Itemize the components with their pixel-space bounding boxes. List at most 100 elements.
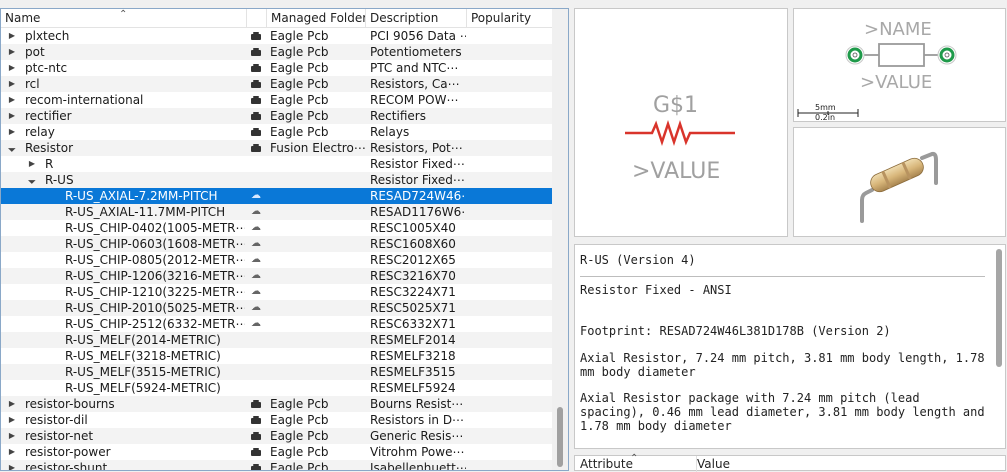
tree-row[interactable]: ▶ ptc-ntc Eagle Pcb PTC and NTC⋯ (1, 60, 552, 76)
tree-row[interactable]: ▶ resistor-bourns Eagle Pcb Bourns Resist⋯ (1, 396, 552, 412)
cloud-icon: ☁ (251, 222, 261, 233)
tree-row-name: resistor-net (25, 429, 94, 443)
collapsed-arrow-icon[interactable]: ▶ (7, 428, 17, 444)
tree-row[interactable]: R-US_MELF(3515-METRIC) RESMELF3515 (1, 364, 552, 380)
description-paragraph-1: Axial Resistor, 7.24 mm pitch, 3.81 mm b… (580, 351, 985, 379)
cloud-icon: ☁ (251, 302, 261, 313)
pad-right-icon (937, 45, 957, 65)
tree-row-description: Potentiometers (370, 45, 462, 59)
column-managed-folder-header[interactable]: Managed Folder (267, 9, 366, 27)
attribute-column-header[interactable]: Attribute ⌃ (575, 453, 697, 472)
tree-row[interactable]: ◢ Resistor Fusion Electro⋯ Resistors, Pot⋯ (1, 140, 552, 156)
tree-row-selected[interactable]: R-US_AXIAL-7.2MM-PITCH ☁ RESAD724W46⋯ (1, 188, 552, 204)
tree-row-managed-folder: Eagle Pcb (270, 45, 329, 59)
tree-row[interactable]: ◢ R-US Resistor Fixed⋯ (1, 172, 552, 188)
collapsed-arrow-icon[interactable]: ▶ (27, 156, 37, 172)
3d-model-preview[interactable] (793, 127, 1006, 237)
tree-row[interactable]: R-US_AXIAL-11.7MM-PITCH ☁ RESAD1176W6⋯ (1, 204, 552, 220)
tree-scrollbar-thumb[interactable] (557, 407, 563, 467)
tree-row-name: pot (25, 45, 45, 59)
tree-row-managed-folder (270, 348, 365, 364)
collapsed-arrow-icon[interactable]: ▶ (7, 412, 17, 428)
tree-row-managed-folder (270, 220, 365, 236)
collapsed-arrow-icon[interactable]: ▶ (7, 92, 17, 108)
tree-row[interactable]: ▶ recom-international Eagle Pcb RECOM POW⋯ (1, 92, 552, 108)
tree-row[interactable]: ▶ pot Eagle Pcb Potentiometers (1, 44, 552, 60)
collapsed-arrow-icon[interactable]: ▶ (7, 108, 17, 124)
pad-left-icon (845, 45, 865, 65)
tree-row[interactable]: ▶ plxtech Eagle Pcb PCI 9056 Data ⋯ (1, 28, 552, 44)
tree-row-managed-folder (270, 284, 365, 300)
expanded-arrow-icon[interactable]: ◢ (3, 139, 21, 157)
tree-row-description: RESC1005X40 (370, 221, 456, 235)
tree-header: Name ⌃ Managed Folder Description Popula… (1, 9, 552, 28)
tree-row-description: Bourns Resist⋯ (370, 397, 464, 411)
tree-row-name: resistor-power (25, 445, 111, 459)
tree-row[interactable]: R-US_CHIP-1206(3216-METR⋯ ☁ RESC3216X70 (1, 268, 552, 284)
cloud-icon: ☁ (251, 206, 261, 217)
tree-row-name: resistor-shunt (25, 461, 108, 470)
collapsed-arrow-icon[interactable]: ▶ (7, 460, 17, 470)
tree-row-description: RESMELF3515 (370, 365, 456, 379)
tree-row[interactable]: R-US_MELF(5924-METRIC) RESMELF5924 (1, 380, 552, 396)
tree-row-description: RESAD724W46⋯ (370, 189, 466, 203)
tree-row[interactable]: R-US_CHIP-1210(3225-METR⋯ ☁ RESC3224X71 (1, 284, 552, 300)
tree-row[interactable]: R-US_MELF(3218-METRIC) RESMELF3218 (1, 348, 552, 364)
column-popularity-header[interactable]: Popularity (467, 9, 554, 27)
tree-row-name: R-US_MELF(3515-METRIC) (65, 365, 221, 379)
collapsed-arrow-icon[interactable]: ▶ (7, 76, 17, 92)
tree-scrollbar[interactable] (552, 9, 568, 470)
tree-body: ▶ plxtech Eagle Pcb PCI 9056 Data ⋯ ▶ pot Eagl… (1, 28, 552, 470)
tree-row-managed-folder (270, 188, 365, 204)
tree-row[interactable]: ▶ resistor-power Eagle Pcb Vitrohm Powe⋯ (1, 444, 552, 460)
tree-row-name: R-US_CHIP-0402(1005-METR⋯ (65, 221, 245, 235)
collapsed-arrow-icon[interactable]: ▶ (7, 28, 17, 44)
symbol-drawing: G$1 >VALUE (625, 93, 735, 184)
tree-row-managed-folder: Eagle Pcb (270, 397, 329, 411)
tree-row[interactable]: R-US_CHIP-0805(2012-METR⋯ ☁ RESC2012X65 (1, 252, 552, 268)
tree-row[interactable]: R-US_CHIP-0402(1005-METR⋯ ☁ RESC1005X40 (1, 220, 552, 236)
value-column-header[interactable]: Value (692, 456, 730, 472)
storage-icon (251, 96, 261, 104)
tree-row[interactable]: ▶ rcl Eagle Pcb Resistors, Ca⋯ (1, 76, 552, 92)
tree-row-name: R-US_CHIP-0805(2012-METR⋯ (65, 253, 245, 267)
collapsed-arrow-icon[interactable]: ▶ (7, 124, 17, 140)
tree-row-managed-folder: Eagle Pcb (270, 413, 329, 427)
tree-row[interactable]: R-US_MELF(2014-METRIC) RESMELF2014 (1, 332, 552, 348)
tree-row[interactable]: ▶ rectifier Eagle Pcb Rectifiers (1, 108, 552, 124)
collapsed-arrow-icon[interactable]: ▶ (7, 444, 17, 460)
tree-row[interactable]: ▶ resistor-dil Eagle Pcb Resistors in D⋯ (1, 412, 552, 428)
scale-mm-label: 5mm (815, 103, 836, 112)
expanded-arrow-icon[interactable]: ◢ (23, 171, 41, 189)
tree-row[interactable]: ▶ resistor-shunt Eagle Pcb Isabellenhuett⋯ (1, 460, 552, 470)
tree-row[interactable]: R-US_CHIP-0603(1608-METR⋯ ☁ RESC1608X60 (1, 236, 552, 252)
library-tree: Name ⌃ Managed Folder Description Popula… (0, 8, 569, 471)
3d-resistor-icon (860, 151, 938, 223)
tree-row[interactable]: ▶ relay Eagle Pcb Relays (1, 124, 552, 140)
tree-row-managed-folder (270, 236, 365, 252)
tree-row-description: PTC and NTC⋯ (370, 61, 459, 75)
tree-row-description: Resistor Fixed⋯ (370, 173, 465, 187)
tree-row-managed-folder (270, 380, 365, 396)
collapsed-arrow-icon[interactable]: ▶ (7, 44, 17, 60)
tree-row[interactable]: ▶ resistor-net Eagle Pcb Generic Resis⋯ (1, 428, 552, 444)
tree-row[interactable]: R-US_CHIP-2010(5025-METR⋯ ☁ RESC5025X71 (1, 300, 552, 316)
tree-row-managed-folder: Eagle Pcb (270, 109, 329, 123)
column-name-header[interactable]: Name ⌃ (1, 9, 247, 27)
symbol-preview: G$1 >VALUE (574, 8, 788, 237)
package-name-label: >NAME (864, 19, 932, 40)
tree-row-description: RESMELF5924 (370, 381, 456, 395)
tree-row-description: Generic Resis⋯ (370, 429, 464, 443)
tree-row-name: relay (25, 125, 55, 139)
column-icon-header[interactable] (247, 9, 267, 27)
tree-row-name: R-US_AXIAL-11.7MM-PITCH (65, 205, 226, 219)
tree-row[interactable]: R-US_CHIP-2512(6332-METR⋯ ☁ RESC6332X71 (1, 316, 552, 332)
column-description-header[interactable]: Description (366, 9, 467, 27)
tree-row[interactable]: ▶ R Resistor Fixed⋯ (1, 156, 552, 172)
tree-row-managed-folder (270, 332, 365, 348)
storage-icon (251, 48, 261, 56)
package-preview: >NAME >VALUE 5mm 0.2in (793, 8, 1006, 122)
collapsed-arrow-icon[interactable]: ▶ (7, 396, 17, 412)
collapsed-arrow-icon[interactable]: ▶ (7, 60, 17, 76)
description-scrollbar-thumb[interactable] (996, 249, 1002, 367)
